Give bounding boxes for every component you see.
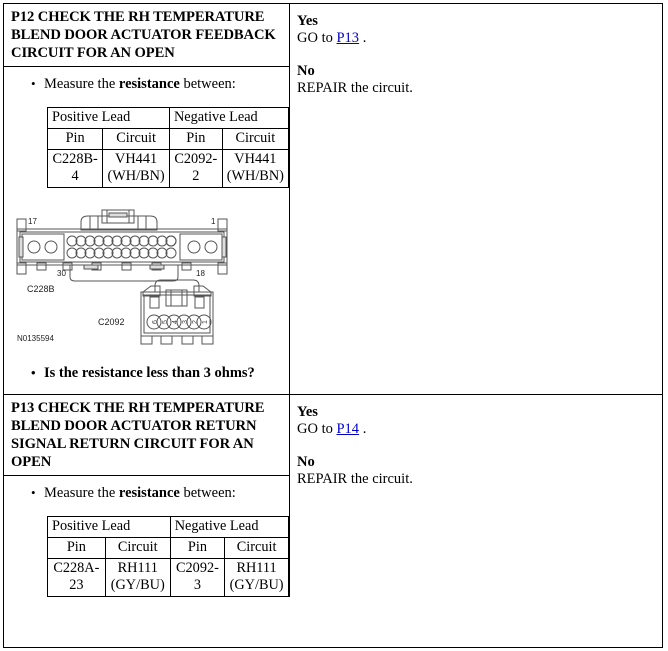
c2092-body xyxy=(140,291,214,337)
cell-negative-pin: C2092-3 xyxy=(169,558,226,597)
answer-no-label: No xyxy=(297,454,315,470)
answer-no-text: REPAIR the circuit. xyxy=(297,471,413,487)
c228b-pin-label-30: 30 xyxy=(57,269,66,278)
c228b-pin-label-1: 1 xyxy=(211,217,216,226)
step-p12-left-column: P12 CHECK THE RH TEMPERATURE BLEND DOOR … xyxy=(4,4,290,394)
step-p12-question-list: Is the resistance less than 3 ohms? xyxy=(4,364,289,382)
step-p13-measurement-table-wrap: Positive Lead Negative Lead Pin Circuit … xyxy=(4,502,290,597)
c228b-pin-field xyxy=(66,235,177,259)
step-p13-left-column: P13 CHECK THE RH TEMPERATURE BLEND DOOR … xyxy=(4,395,290,597)
step-p12-instruction-measure: Measure the resistance between: xyxy=(4,75,289,93)
step-p13-instruction-list: Measure the resistance between: xyxy=(4,484,289,502)
c228b-large-pin-a xyxy=(27,240,41,254)
svg-text:2: 2 xyxy=(192,320,199,324)
table-row-sub-header: Pin Circuit Pin Circuit xyxy=(46,128,290,150)
cell-positive-circuit: VH441 (WH/BN) xyxy=(102,149,170,188)
instruction-keyword: resistance xyxy=(118,76,180,92)
step-p12-instruction-list: Measure the resistance between: xyxy=(4,75,289,93)
step-p12-body: Measure the resistance between: Positive… xyxy=(4,67,290,394)
cell-positive-pin: C228A-23 xyxy=(47,558,106,597)
answer-yes-suffix: . xyxy=(359,30,367,46)
table-row: C228A-23 RH111 (GY/BU) C2092-3 RH111 (GY… xyxy=(47,558,289,597)
answer-yes-label: Yes xyxy=(297,13,318,29)
answer-yes-text: GO to P13 . xyxy=(297,30,662,47)
cell-positive-circuit: RH111 (GY/BU) xyxy=(104,558,171,597)
step-p12-title: P12 CHECK THE RH TEMPERATURE BLEND DOOR … xyxy=(4,4,289,67)
c228b-large-pin-b xyxy=(44,240,58,254)
cell-negative-circuit: VH441 (WH/BN) xyxy=(221,149,290,188)
connector-name-c228b: C228B xyxy=(27,284,55,294)
connector-figure-n0135594: 6 5 4 3 2 1 17 1 30 18 C228B C2092 N0135… xyxy=(4,204,290,356)
svg-text:5: 5 xyxy=(162,320,169,324)
test-step-p12: P12 CHECK THE RH TEMPERATURE BLEND DOOR … xyxy=(4,4,662,394)
instruction-prefix: Measure the xyxy=(44,76,119,92)
subheader-positive-pin: Pin xyxy=(46,128,104,150)
svg-text:1: 1 xyxy=(202,320,209,324)
pinpoint-test-page: P12 CHECK THE RH TEMPERATURE BLEND DOOR … xyxy=(3,3,663,648)
subheader-negative-circuit: Circuit xyxy=(224,537,289,559)
header-positive-lead: Positive Lead xyxy=(47,516,171,538)
svg-text:4: 4 xyxy=(172,320,179,324)
table-row-sub-header: Pin Circuit Pin Circuit xyxy=(47,537,289,559)
answer-yes-link-p14[interactable]: P14 xyxy=(336,421,359,437)
c228b-pin-label-18: 18 xyxy=(196,269,205,278)
header-negative-lead: Negative Lead xyxy=(169,516,290,538)
svg-text:3: 3 xyxy=(182,320,189,324)
step-p12-measurement-table-wrap: Positive Lead Negative Lead Pin Circuit … xyxy=(4,93,290,188)
svg-text:6: 6 xyxy=(152,320,159,324)
subheader-negative-pin: Pin xyxy=(169,537,226,559)
connector-diagram-svg: 6 5 4 3 2 1 17 1 30 18 C228B C2092 N0135… xyxy=(16,209,228,345)
c228b-large-pin-c xyxy=(187,240,201,254)
cell-negative-circuit: RH111 (GY/BU) xyxy=(224,558,289,597)
step-p12-measurement-table: Positive Lead Negative Lead Pin Circuit … xyxy=(46,107,290,188)
c228b-chamber-right xyxy=(179,233,223,261)
instruction-keyword: resistance xyxy=(118,485,180,501)
c228b-latch-rib-left xyxy=(89,215,99,230)
subheader-negative-pin: Pin xyxy=(168,128,223,150)
c228b-pin-label-17: 17 xyxy=(28,217,37,226)
subheader-positive-circuit: Circuit xyxy=(104,537,171,559)
c228b-large-pin-d xyxy=(204,240,218,254)
answer-no-label: No xyxy=(297,63,315,79)
step-p12-answers: Yes GO to P13 . No REPAIR the circuit. xyxy=(290,4,662,394)
table-row-group-header: Positive Lead Negative Lead xyxy=(47,516,290,538)
step-p13-title: P13 CHECK THE RH TEMPERATURE BLEND DOOR … xyxy=(4,395,289,476)
cell-positive-pin: C228B-4 xyxy=(46,149,104,188)
step-p13-measurement-table: Positive Lead Negative Lead Pin Circuit … xyxy=(47,516,290,597)
answer-yes-label: Yes xyxy=(297,404,318,420)
c228b-latch-rib-right xyxy=(137,215,147,230)
table-row-group-header: Positive Lead Negative Lead xyxy=(47,107,290,129)
header-negative-lead: Negative Lead xyxy=(168,107,290,129)
answer-yes-prefix: GO to xyxy=(297,421,337,437)
step-p13-instruction-measure: Measure the resistance between: xyxy=(4,484,289,502)
header-positive-lead: Positive Lead xyxy=(47,107,170,129)
instruction-suffix: between: xyxy=(179,485,236,501)
step-p13-body: Measure the resistance between: Positive… xyxy=(4,476,290,597)
c228b-body-inner xyxy=(19,231,225,263)
answer-yes-suffix: . xyxy=(359,421,367,437)
answer-yes-link-p13[interactable]: P13 xyxy=(336,30,359,46)
instruction-suffix: between: xyxy=(179,76,236,92)
answer-no-text: REPAIR the circuit. xyxy=(297,80,413,96)
step-p13-answers: Yes GO to P14 . No REPAIR the circuit. xyxy=(290,395,662,597)
cell-negative-pin: C2092-2 xyxy=(168,149,223,188)
figure-id-label: N0135594 xyxy=(17,334,54,343)
test-step-p13: P13 CHECK THE RH TEMPERATURE BLEND DOOR … xyxy=(4,394,662,597)
subheader-positive-circuit: Circuit xyxy=(102,128,170,150)
step-p12-question: Is the resistance less than 3 ohms? xyxy=(4,364,289,382)
answer-yes-prefix: GO to xyxy=(297,30,337,46)
subheader-negative-circuit: Circuit xyxy=(221,128,290,150)
answer-yes-text: GO to P14 . xyxy=(297,421,662,438)
table-row: C228B-4 VH441 (WH/BN) C2092-2 VH441 (WH/… xyxy=(46,149,290,188)
subheader-positive-pin: Pin xyxy=(47,537,106,559)
instruction-prefix: Measure the xyxy=(44,485,119,501)
connector-name-c2092: C2092 xyxy=(98,317,125,327)
